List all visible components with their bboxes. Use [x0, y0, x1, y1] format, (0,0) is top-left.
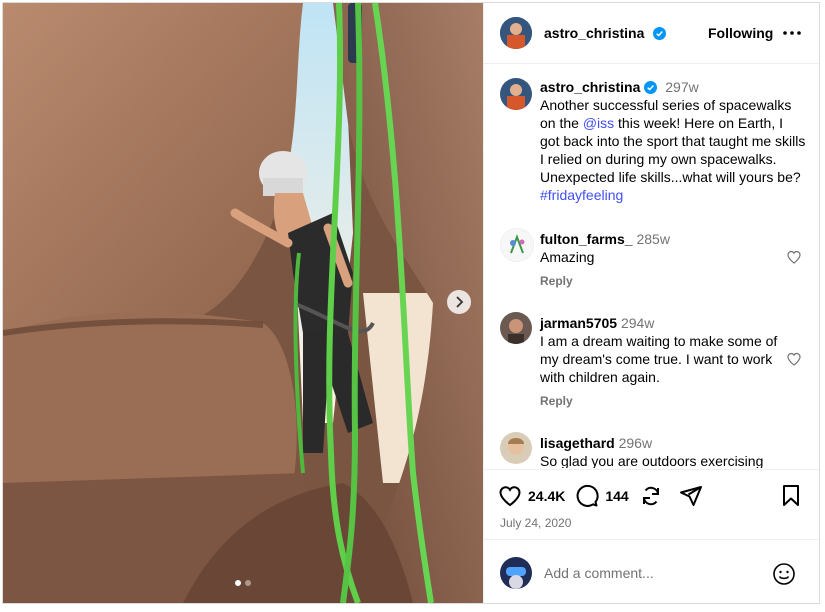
comments-list[interactable]: astro_christina 297w Another successful … — [484, 64, 819, 468]
post-caption: astro_christina 297w Another successful … — [540, 78, 806, 204]
next-slide-button[interactable] — [447, 290, 471, 314]
commenter-avatar[interactable] — [500, 432, 532, 464]
comment-time: 294w — [620, 315, 655, 331]
comments-count[interactable]: 144 — [605, 488, 628, 504]
climbing-photo — [3, 3, 483, 603]
caption-username[interactable]: astro_christina — [540, 79, 640, 95]
comment-username[interactable]: fulton_farms_ — [540, 231, 633, 247]
bookmark-icon[interactable] — [780, 484, 802, 508]
avatar-image — [500, 312, 532, 344]
post-photo[interactable] — [3, 3, 483, 603]
comment: lisagethard 296w So glad you are outdoor… — [540, 434, 780, 468]
commenter-avatar[interactable] — [500, 312, 532, 344]
verified-icon — [653, 27, 666, 40]
comment-time: 285w — [636, 231, 670, 247]
comment-username[interactable]: lisagethard — [540, 435, 615, 451]
carousel-dot — [245, 580, 251, 586]
current-user-avatar — [500, 557, 532, 589]
avatar-image — [501, 229, 533, 261]
likes-count[interactable]: 24.4K — [528, 488, 565, 504]
comment-text: Amazing — [540, 249, 595, 265]
comment-text: I am a dream waiting to make some of my … — [540, 333, 778, 385]
avatar-image — [500, 17, 532, 49]
mention-link[interactable]: @iss — [583, 115, 614, 131]
caption-avatar[interactable] — [500, 78, 532, 110]
avatar-image — [500, 432, 532, 464]
verified-icon — [644, 81, 658, 94]
comment-text: So glad you are outdoors exercising — [540, 453, 764, 468]
like-comment-heart-icon[interactable] — [786, 249, 802, 265]
add-comment-bar: Add a comment... — [484, 539, 819, 603]
carousel-dots — [235, 580, 251, 586]
comment: jarman5705 294w I am a dream waiting to … — [540, 314, 780, 386]
like-comment-heart-icon[interactable] — [786, 351, 802, 367]
comment-time: 296w — [618, 435, 653, 451]
post-date[interactable]: July 24, 2020 — [500, 516, 571, 530]
action-row: 24.4K 144 — [498, 484, 703, 508]
more-icon[interactable] — [780, 23, 804, 43]
chevron-right-icon — [456, 296, 464, 308]
avatar-image — [500, 557, 532, 589]
author-avatar[interactable] — [500, 17, 532, 49]
comment-icon[interactable] — [575, 484, 599, 508]
carousel-dot-active — [235, 580, 241, 586]
author-username[interactable]: astro_christina — [544, 25, 644, 41]
comment-username[interactable]: jarman5705 — [540, 315, 617, 331]
caption-time: 297w — [665, 79, 699, 95]
post-header: astro_christina Following — [484, 3, 819, 64]
avatar-image — [500, 78, 532, 110]
heart-icon[interactable] — [498, 484, 522, 508]
add-comment-input[interactable]: Add a comment... — [544, 565, 654, 581]
post-actions: 24.4K 144 July 24, 2020 — [484, 469, 819, 540]
emoji-icon[interactable] — [772, 562, 796, 586]
reply-button[interactable]: Reply — [540, 274, 573, 288]
post-dialog: astro_christina Following astro_christin… — [2, 2, 820, 604]
post-side-panel: astro_christina Following astro_christin… — [483, 3, 819, 603]
following-button[interactable]: Following — [708, 25, 773, 41]
hashtag-link[interactable]: #fridayfeeling — [540, 187, 623, 203]
commenter-avatar[interactable] — [500, 228, 534, 262]
share-icon[interactable] — [639, 484, 663, 508]
comment: fulton_farms_ 285w Amazing — [540, 230, 780, 266]
reply-button[interactable]: Reply — [540, 394, 573, 408]
send-icon[interactable] — [679, 484, 703, 508]
